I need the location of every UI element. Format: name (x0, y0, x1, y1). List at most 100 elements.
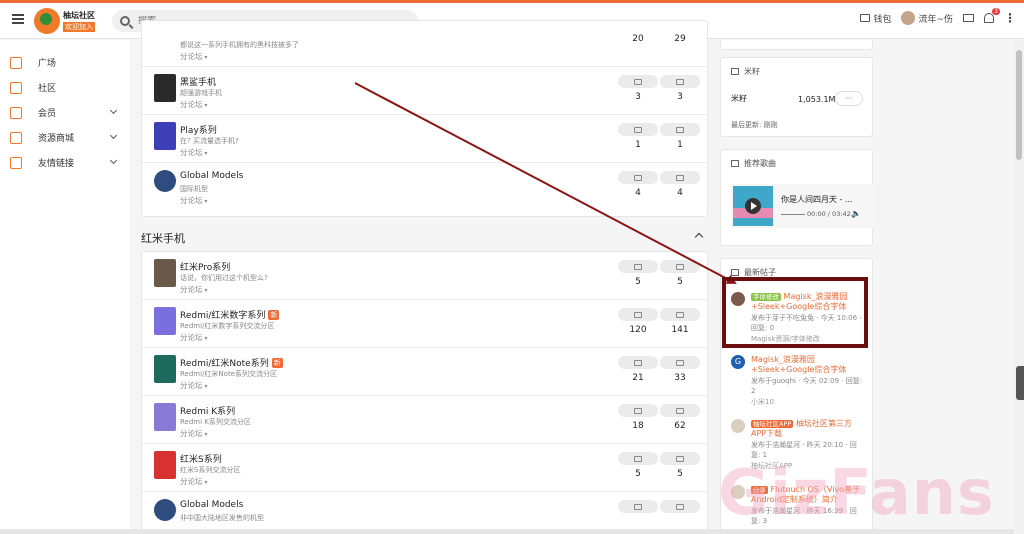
home-icon (10, 81, 22, 94)
forum-desc: 红米S系列交流分区 (180, 466, 241, 474)
forum-row[interactable]: Redmi/红米Note系列新 Redmi/红米Note系列交流分区 分论坛 2… (142, 348, 707, 396)
hamburger-menu-icon[interactable] (10, 12, 26, 28)
forum-sub-link[interactable]: 分论坛 (180, 99, 207, 110)
list-item[interactable]: G Magisk_浪漫雅园+Sleek+Google综合字体 发布于guoqhi… (731, 355, 866, 407)
topics-icon (618, 500, 658, 513)
forum-sub-link[interactable]: 分论坛 (180, 284, 207, 295)
forum-thumbnail (154, 259, 176, 287)
posts-icon (660, 308, 700, 321)
watermark-text: GizFans (718, 456, 995, 529)
logo-subtitle: 欢迎加入 (63, 22, 95, 32)
forum-row[interactable]: Global Models 非中国大陆地区发售的机型 (142, 492, 707, 534)
post-meta: 发布于guoqhi · 今天 02:09 · 回复: 2 (751, 377, 863, 395)
topics-stat: 21 (618, 356, 658, 383)
forum-row[interactable]: 红米S系列 红米S系列交流分区 分论坛 5 5 (142, 444, 707, 492)
sidebar-item-store[interactable]: 资源商城 (0, 125, 130, 150)
sidebar-item-links[interactable]: 友情链接 (0, 150, 130, 175)
new-badge: 新 (271, 357, 283, 368)
forum-title[interactable]: 红米Pro系列 (180, 260, 230, 273)
section-header[interactable]: 红米手机 (141, 217, 708, 255)
forum-sub-link[interactable]: 分论坛 (180, 195, 207, 206)
forum-title[interactable]: Play系列 (180, 123, 217, 136)
forum-row[interactable]: Redmi/红米数字系列新 Redmi/红米数字系列交流分区 分论坛 120 1… (142, 300, 707, 348)
rice-widget: 米籽 米籽 1,053.1M ··· 最后更新: 刚刚 (720, 57, 873, 137)
widget-top-partial (720, 40, 873, 50)
topics-stat: 5 (618, 452, 658, 479)
rice-more-button[interactable]: ··· (835, 91, 863, 106)
topics-stat: 1 (618, 123, 658, 150)
search-icon (120, 16, 130, 26)
bell-icon[interactable]: 3 (984, 8, 1000, 23)
progress-bar[interactable] (781, 214, 805, 215)
mail-icon[interactable] (963, 14, 974, 22)
forum-title[interactable]: 红米S系列 (180, 452, 222, 465)
forum-thumbnail (154, 403, 176, 431)
post-title[interactable]: Magisk_浪漫雅园+Sleek+Google综合字体 (751, 355, 846, 374)
forum-sub-link[interactable]: 分论坛 (180, 332, 207, 343)
post-tag: 柚坛社区APP (751, 420, 794, 428)
posts-count: 1 (677, 140, 683, 150)
member-icon (10, 106, 22, 119)
forum-sub-link[interactable]: 分论坛 (180, 428, 207, 439)
forum-title[interactable]: Redmi/红米数字系列新 (180, 308, 280, 321)
posts-stat: 33 (660, 356, 700, 383)
grid-icon (731, 269, 739, 276)
post-category[interactable]: 小米10 (751, 397, 866, 407)
user-menu[interactable]: 流年~伤 (901, 11, 953, 25)
forum-row[interactable]: 黑鲨手机 超强游戏手机 分论坛 3 3 (142, 67, 707, 115)
side-edge-tab[interactable] (1016, 366, 1024, 400)
forum-title-text: Global Models (180, 500, 244, 510)
forum-sub-link[interactable]: 分论坛 (180, 51, 207, 62)
sidebar-item-label: 会员 (38, 109, 57, 119)
widget-title: 推荐歌曲 (744, 159, 776, 168)
site-logo[interactable]: 柚坛社区 欢迎加入 (34, 7, 100, 35)
forum-row[interactable]: 红米Pro系列 话说，你们用过这个机型么? 分论坛 5 5 (142, 252, 707, 300)
forum-sub-link[interactable]: 分论坛 (180, 476, 207, 487)
topics-count: 4 (635, 188, 641, 198)
forum-title-text: 红米S系列 (180, 455, 222, 465)
more-vert-icon[interactable]: ⋮ (1004, 12, 1016, 24)
horizontal-scrollbar[interactable] (0, 529, 1014, 534)
wallet-button[interactable]: 钱包 (860, 12, 891, 25)
topics-icon (618, 404, 658, 417)
forum-sub-link[interactable]: 分论坛 (180, 380, 207, 391)
posts-stat: 5 (660, 452, 700, 479)
posts-icon (660, 260, 700, 273)
forum-desc: 国际机型 (180, 185, 208, 193)
forum-thumbnail (154, 307, 176, 335)
forum-row[interactable]: Global Models 国际机型 分论坛 4 4 (142, 163, 707, 211)
song-time: 00:00 / 03:42 (807, 210, 851, 218)
posts-stat: 141 (660, 308, 700, 335)
forum-title[interactable]: 黑鲨手机 (180, 75, 216, 88)
section-title: 红米手机 (141, 232, 185, 245)
sidebar-item-community[interactable]: 社区 (0, 75, 130, 100)
topics-count: 120 (629, 325, 647, 335)
topics-stat (618, 500, 658, 513)
scrollbar-thumb[interactable] (1016, 50, 1022, 160)
forum-title[interactable]: Redmi K系列 (180, 404, 235, 417)
sidebar-item-square[interactable]: 广场 (0, 50, 130, 75)
forum-title[interactable]: Global Models (180, 171, 243, 181)
folder-icon (10, 156, 22, 169)
volume-icon[interactable]: 🔈 (851, 209, 861, 218)
vertical-scrollbar[interactable] (1014, 40, 1024, 534)
forum-desc: Redmi K系列交流分区 (180, 418, 251, 426)
forum-title[interactable]: Redmi/红米Note系列新 (180, 356, 283, 369)
forum-desc: 话说，你们用过这个机型么? (180, 274, 268, 282)
music-widget: 推荐歌曲 你是人间四月天 - ... 00:00 / 03:42 🔈 (720, 149, 874, 246)
posts-count: 4 (677, 188, 683, 198)
topics-icon (618, 75, 658, 88)
posts-icon (660, 500, 700, 513)
forum-title[interactable]: Global Models (180, 500, 243, 510)
play-icon[interactable] (745, 198, 761, 214)
forum-sub-link[interactable]: 分论坛 (180, 147, 207, 158)
forum-desc: 非中国大陆地区发售的机型 (180, 514, 264, 522)
forum-row[interactable]: Redmi K系列 Redmi K系列交流分区 分论坛 18 62 (142, 396, 707, 444)
topics-stat: 4 (618, 171, 658, 198)
sidebar-item-members[interactable]: 会员 (0, 100, 130, 125)
chevron-up-icon[interactable] (694, 232, 704, 242)
forum-thumbnail (154, 451, 176, 479)
posts-icon (660, 75, 700, 88)
forum-row[interactable]: Play系列 在? 买流量选手机? 分论坛 1 1 (142, 115, 707, 163)
forum-row[interactable]: 都说这一系列手机拥有的黑科技被多了 分论坛 20 29 (142, 21, 707, 67)
